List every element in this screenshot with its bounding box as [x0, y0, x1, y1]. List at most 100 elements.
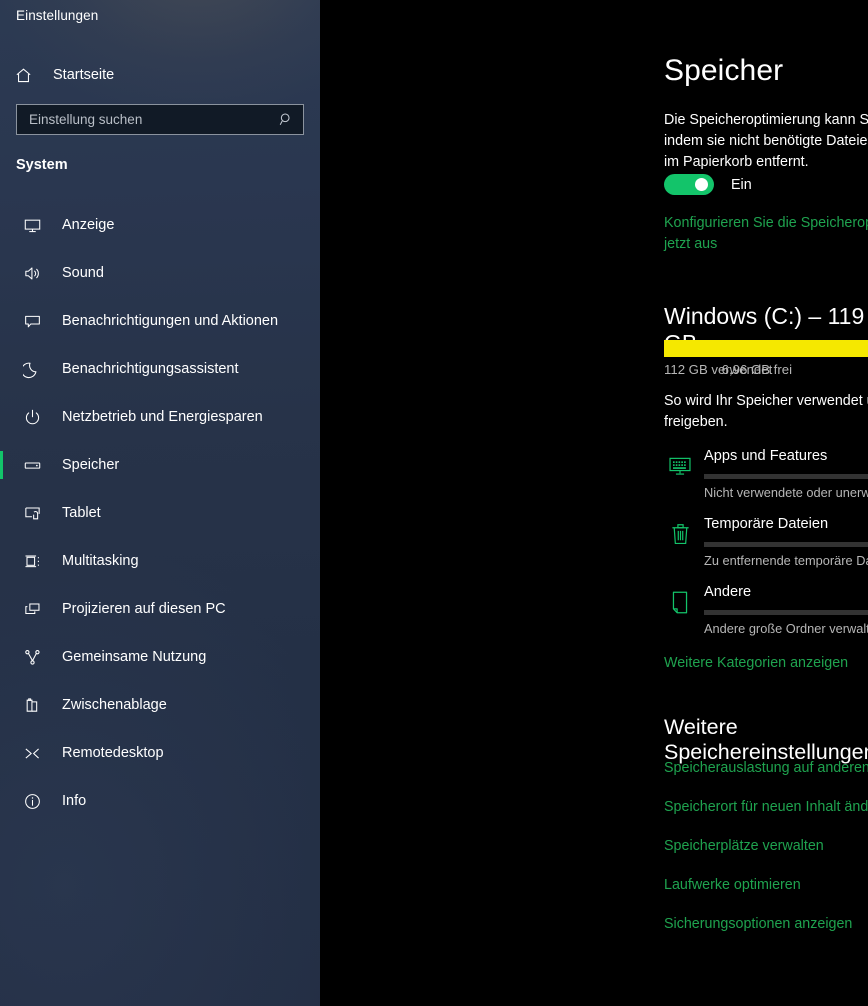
- sidebar-item-label: Netzbetrieb und Energiesparen: [62, 409, 263, 425]
- page-title: Speicher: [664, 54, 784, 87]
- sidebar-item-label: Multitasking: [62, 553, 139, 569]
- selection-accent: [0, 307, 3, 335]
- category-bar: [704, 610, 868, 615]
- link-optimize-drives[interactable]: Laufwerke optimieren: [664, 877, 868, 916]
- storage-sense-toggle-row: Ein: [664, 174, 752, 195]
- selection-accent: [0, 259, 3, 287]
- sidebar-item-benachrichtigungen[interactable]: Benachrichtigungen und Aktionen: [0, 297, 320, 345]
- link-backup-options[interactable]: Sicherungsoptionen anzeigen: [664, 916, 868, 955]
- selection-accent: [0, 211, 3, 239]
- category-name: Andere: [704, 584, 752, 600]
- sidebar-item-anzeige[interactable]: Anzeige: [0, 201, 320, 249]
- sidebar-item-multitasking[interactable]: Multitasking: [0, 537, 320, 585]
- category-bar: [704, 542, 868, 547]
- search-icon[interactable]: [277, 111, 295, 129]
- sidebar-item-label: Sound: [62, 265, 104, 281]
- main-content: Speicher Die Speicheroptimierung kann Sp…: [320, 0, 868, 1006]
- sidebar-item-tablet[interactable]: Tablet: [0, 489, 320, 537]
- sidebar-item-label: Speicher: [62, 457, 120, 473]
- sidebar-item-label: Benachrichtigungsassistent: [62, 361, 239, 377]
- drive-free-label: 6,96 GB frei: [721, 362, 792, 377]
- sidebar-item-zwischenablage[interactable]: Zwischenablage: [0, 681, 320, 729]
- settings-window: Einstellungen Startseite Einstellung suc…: [0, 0, 868, 1006]
- selection-accent: [0, 643, 3, 671]
- search-input[interactable]: [29, 112, 277, 127]
- configure-storage-sense-link[interactable]: Konfigurieren Sie die Speicheroptimierun…: [664, 213, 868, 255]
- monitor-icon: [16, 216, 48, 235]
- sidebar-item-label: Gemeinsame Nutzung: [62, 649, 207, 665]
- project-screen-icon: [16, 600, 48, 619]
- window-title: Einstellungen: [16, 8, 99, 23]
- sidebar-nav: Anzeige Sound Benachrichtigungen und Akt…: [0, 201, 320, 825]
- drive-usage-bar: [664, 340, 868, 357]
- selection-accent: [0, 691, 3, 719]
- toggle-state-label: Ein: [731, 176, 752, 193]
- multitasking-icon: [16, 552, 48, 571]
- sidebar-item-home[interactable]: Startseite: [0, 58, 320, 92]
- more-settings-title: Weitere Speichereinstellungen: [664, 715, 868, 764]
- category-subtitle: Nicht verwendete oder unerwünschte Apps …: [704, 485, 868, 500]
- selection-accent: [0, 787, 3, 815]
- storage-categories: Apps und Features 52,3 GB Nicht verwende…: [664, 444, 868, 648]
- category-row-temp-files[interactable]: Temporäre Dateien 12,6 GB Zu entfernende…: [664, 512, 868, 580]
- selection-accent: [0, 595, 3, 623]
- search-container: [16, 104, 304, 135]
- show-more-categories-link[interactable]: Weitere Kategorien anzeigen: [664, 655, 848, 671]
- apps-features-icon: [664, 452, 696, 480]
- more-settings-links: Speicherauslastung auf anderen Laufwerke…: [664, 760, 868, 955]
- drive-icon: [16, 456, 48, 475]
- drive-usage-fill: [664, 340, 868, 357]
- selection-accent: [0, 499, 3, 527]
- sidebar-item-label: Tablet: [62, 505, 101, 521]
- selection-accent: [0, 403, 3, 431]
- sidebar-item-home-label: Startseite: [53, 67, 115, 83]
- link-change-save-locations[interactable]: Speicherort für neuen Inhalt ändern: [664, 799, 868, 838]
- tablet-icon: [16, 504, 48, 523]
- sidebar: Einstellungen Startseite Einstellung suc…: [0, 0, 320, 1006]
- sidebar-item-netzbetrieb[interactable]: Netzbetrieb und Energiesparen: [0, 393, 320, 441]
- document-icon: [664, 588, 696, 616]
- toggle-knob: [695, 178, 708, 191]
- usage-description: So wird Ihr Speicher verwendet und so kö…: [664, 393, 868, 430]
- sidebar-item-label: Zwischenablage: [62, 697, 167, 713]
- category-row-apps[interactable]: Apps und Features 52,3 GB Nicht verwende…: [664, 444, 868, 512]
- clipboard-icon: [16, 696, 48, 715]
- sidebar-item-label: Benachrichtigungen und Aktionen: [62, 313, 279, 329]
- sidebar-item-label: Info: [62, 793, 87, 809]
- sidebar-item-benachrichtigungsassistent[interactable]: Benachrichtigungsassistent: [0, 345, 320, 393]
- selection-accent: [0, 739, 3, 767]
- share-icon: [16, 648, 48, 667]
- storage-sense-toggle[interactable]: [664, 174, 714, 195]
- category-name: Temporäre Dateien: [704, 516, 829, 532]
- link-manage-storage-spaces[interactable]: Speicherplätze verwalten: [664, 838, 868, 877]
- power-icon: [16, 408, 48, 427]
- sidebar-item-label: Projizieren auf diesen PC: [62, 601, 226, 617]
- selection-accent: [0, 451, 3, 479]
- category-row-other[interactable]: Andere 8,90 GB Andere große Ordner verwa…: [664, 580, 868, 648]
- home-icon: [14, 66, 48, 85]
- trash-icon: [664, 520, 696, 548]
- moon-icon: [16, 360, 48, 379]
- category-subtitle: Zu entfernende temporäre Dateien auswähl…: [704, 553, 868, 568]
- sidebar-item-remotedesktop[interactable]: Remotedesktop: [0, 729, 320, 777]
- sidebar-section-title: System: [16, 157, 68, 173]
- selection-accent: [0, 547, 3, 575]
- sidebar-item-info[interactable]: Info: [0, 777, 320, 825]
- speaker-icon: [16, 264, 48, 283]
- selection-accent: [0, 355, 3, 383]
- sidebar-item-label: Anzeige: [62, 217, 115, 233]
- sidebar-item-projizieren[interactable]: Projizieren auf diesen PC: [0, 585, 320, 633]
- category-bar: [704, 474, 868, 479]
- sidebar-item-label: Remotedesktop: [62, 745, 164, 761]
- category-name: Apps und Features: [704, 448, 828, 464]
- sidebar-item-speicher[interactable]: Speicher: [0, 441, 320, 489]
- search-box[interactable]: [16, 104, 304, 135]
- remote-desktop-icon: [16, 744, 48, 763]
- sidebar-item-sound[interactable]: Sound: [0, 249, 320, 297]
- intro-description: Die Speicheroptimierung kann Speicherpla…: [664, 112, 868, 170]
- category-subtitle: Andere große Ordner verwalten: [704, 621, 868, 636]
- sidebar-item-gemeinsame-nutzung[interactable]: Gemeinsame Nutzung: [0, 633, 320, 681]
- chat-bubble-icon: [16, 312, 48, 331]
- info-icon: [16, 792, 48, 811]
- link-storage-usage-other-drives[interactable]: Speicherauslastung auf anderen Laufwerke…: [664, 760, 868, 799]
